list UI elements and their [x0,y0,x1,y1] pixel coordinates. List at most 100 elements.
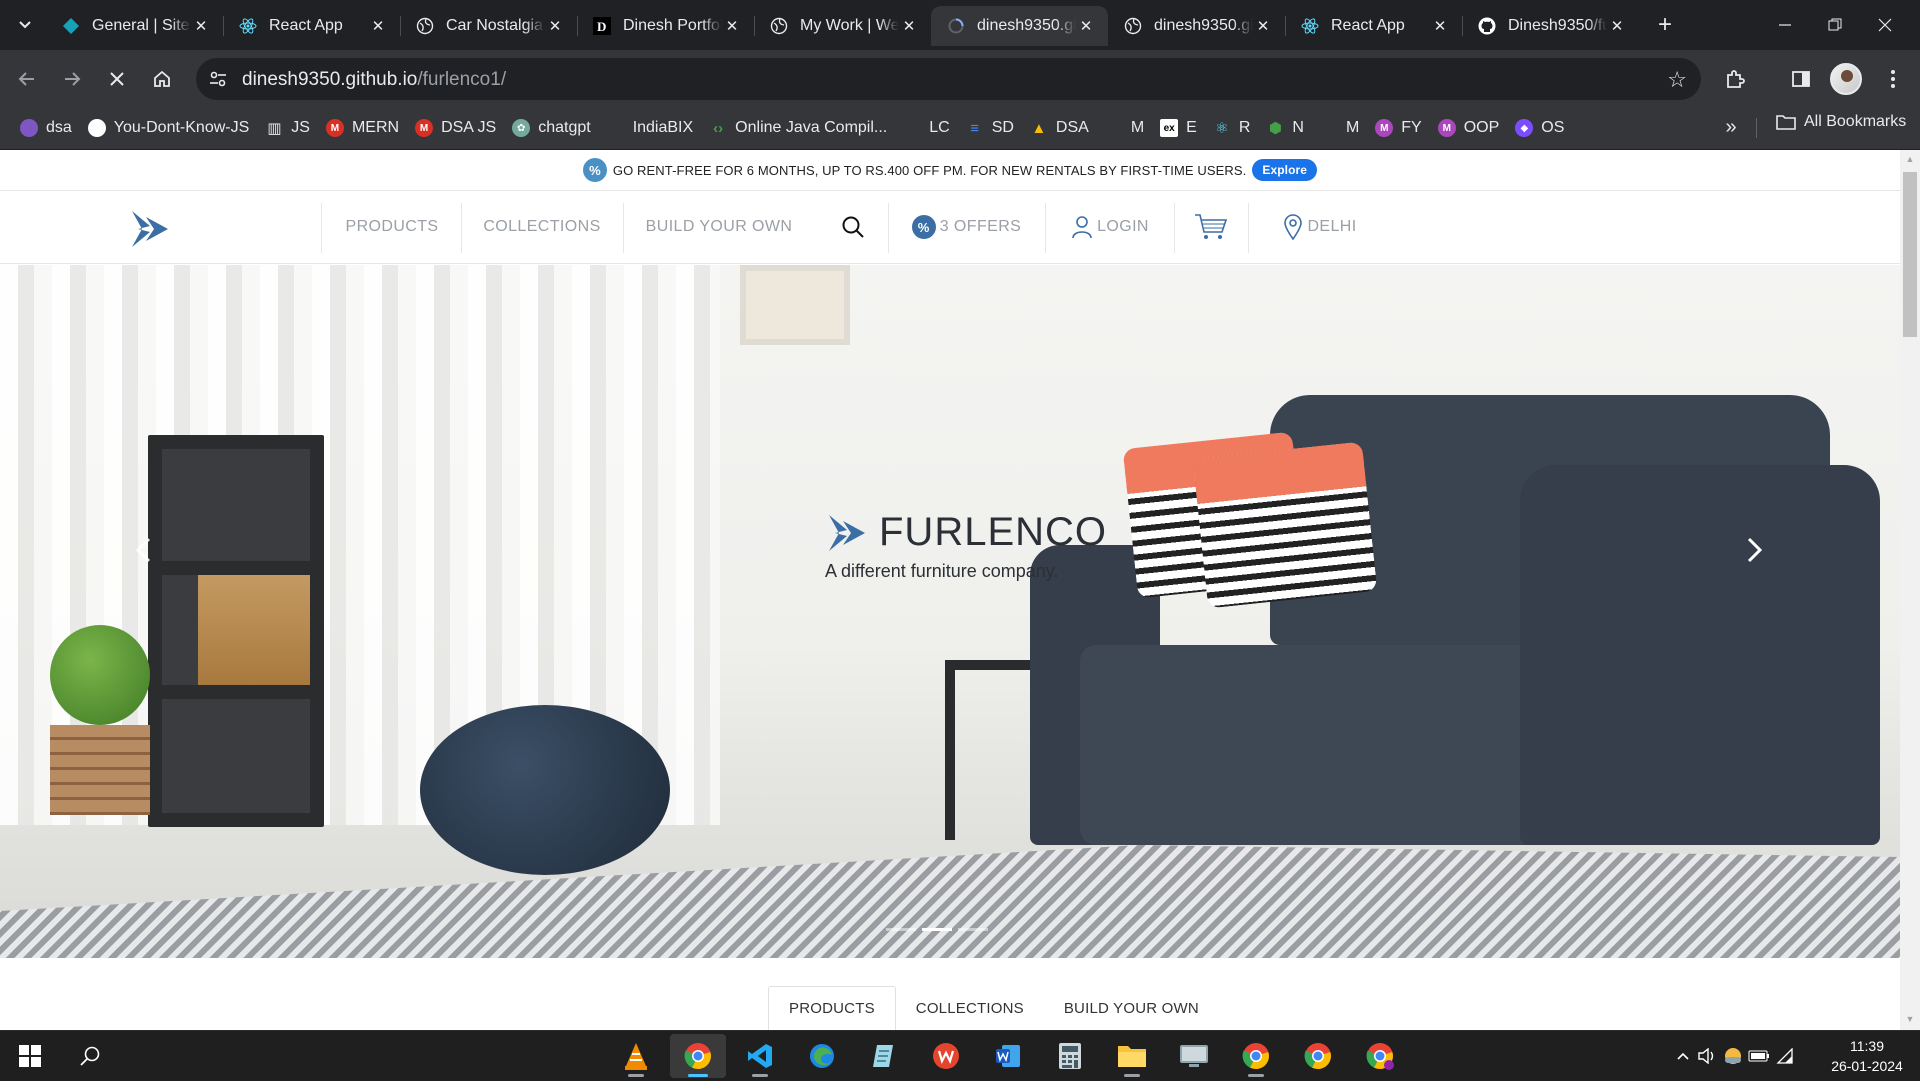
browser-tab[interactable]: D Dinesh Portfolio✕ [577,6,754,46]
bookmark-item[interactable]: M FY [1367,113,1429,143]
tab-close-icon[interactable]: ✕ [1430,16,1450,36]
taskbar-monitor-app[interactable] [1166,1034,1222,1078]
taskbar-vlc[interactable] [608,1034,664,1078]
profile-avatar[interactable] [1830,63,1862,95]
restore-button[interactable] [1810,0,1860,50]
carousel-indicator[interactable] [886,928,916,931]
bookmark-item[interactable]: ✿ chatgpt [504,113,598,143]
scroll-down-arrow-icon[interactable]: ▼ [1904,1014,1916,1026]
taskbar-clock[interactable]: 11:39 26-01-2024 [1822,1036,1912,1076]
home-button[interactable] [145,62,179,96]
wifi-icon[interactable] [1772,1048,1798,1064]
bookmark-item[interactable]: M DSA JS [407,113,504,143]
explore-button[interactable]: Explore [1252,159,1318,181]
extensions-button[interactable] [1718,62,1752,96]
cart-button[interactable] [1175,191,1247,263]
tab-search-button[interactable] [10,10,40,40]
tab-close-icon[interactable]: ✕ [545,16,565,36]
menu-button[interactable] [1876,62,1910,96]
tab-collections[interactable]: COLLECTIONS [896,986,1044,1030]
city-selector[interactable]: DELHI [1260,191,1380,263]
back-button[interactable] [10,62,44,96]
bookmark-item[interactable]: ex E [1152,113,1205,143]
carousel-prev-button[interactable] [128,530,158,570]
site-settings-icon[interactable] [208,69,228,89]
bookmark-item[interactable]: ⚛ R [1205,113,1259,143]
stop-loading-button[interactable] [100,62,134,96]
side-panel-button[interactable] [1784,62,1818,96]
weather-icon[interactable] [1720,1047,1746,1065]
carousel-indicator[interactable] [922,928,952,931]
bookmark-item[interactable]: M [1097,113,1152,143]
all-bookmarks-button[interactable]: All Bookmarks [1776,113,1906,131]
nav-products[interactable]: PRODUCTS [322,191,462,263]
browser-tab[interactable]: dinesh9350.github.io✕ [931,6,1108,46]
bookmark-item[interactable]: M OOP [1430,113,1508,143]
bookmark-item[interactable]: ‹› Online Java Compil... [701,113,895,143]
scrollbar-thumb[interactable] [1903,172,1917,337]
location-pin-icon [1284,214,1303,240]
carousel-next-button[interactable] [1740,530,1770,570]
url-text[interactable]: dinesh9350.github.io/furlenco1/ [242,69,506,91]
start-button[interactable] [2,1034,58,1078]
nav-login[interactable]: LOGIN [1046,191,1174,263]
tab-close-icon[interactable]: ✕ [368,16,388,36]
new-tab-button[interactable]: + [1650,10,1680,40]
taskbar-vscode[interactable] [732,1034,788,1078]
search-button[interactable] [818,191,888,263]
browser-tab[interactable]: Car Nostalgia ✕ [400,6,577,46]
browser-tab[interactable]: React App ✕ [223,6,400,46]
browser-tab[interactable]: Dinesh9350/furlenco1✕ [1462,6,1639,46]
browser-tab[interactable]: My Work | Web ✕ [754,6,931,46]
bookmark-item[interactable]: ≡ SD [958,113,1022,143]
address-bar[interactable]: dinesh9350.github.io/furlenco1/ ☆ [196,58,1701,100]
bookmark-item[interactable]: dsa [12,113,80,143]
nav-collections[interactable]: COLLECTIONS [462,191,622,263]
tab-products[interactable]: PRODUCTS [768,986,896,1030]
taskbar-wps[interactable] [918,1034,974,1078]
bookmark-item[interactable]: ▲ DSA [1022,113,1097,143]
bookmark-item[interactable]: IndiaBIX [599,113,701,143]
browser-tab[interactable]: dinesh9350.github.io✕ [1108,6,1285,46]
tab-close-icon[interactable]: ✕ [1607,16,1627,36]
taskbar-search-button[interactable] [62,1034,118,1078]
tab-build-your-own[interactable]: BUILD YOUR OWN [1044,986,1219,1030]
taskbar-notepad[interactable] [856,1034,912,1078]
minimize-button[interactable] [1760,0,1810,50]
scroll-up-arrow-icon[interactable]: ▲ [1904,154,1916,166]
carousel-indicator[interactable] [958,928,988,931]
taskbar-word[interactable] [980,1034,1036,1078]
page-scrollbar[interactable]: ▲ ▼ [1900,150,1920,1030]
bookmark-item[interactable]: ◆ OS [1507,113,1572,143]
furlenco-logo-icon[interactable] [128,207,172,251]
tab-close-icon[interactable]: ✕ [191,16,211,36]
close-window-button[interactable] [1860,0,1910,50]
taskbar-chrome[interactable] [670,1034,726,1078]
bookmark-item[interactable]: You-Dont-Know-JS [80,113,257,143]
nav-build-your-own[interactable]: BUILD YOUR OWN [624,191,814,263]
tab-close-icon[interactable]: ✕ [1076,16,1096,36]
tab-close-icon[interactable]: ✕ [899,16,919,36]
chevron-up-icon[interactable] [1672,1051,1694,1061]
bookmark-star-icon[interactable]: ☆ [1667,67,1687,93]
browser-tab[interactable]: General | Site ✕ [46,6,223,46]
taskbar-chrome-profile-3[interactable] [1290,1034,1346,1078]
tab-close-icon[interactable]: ✕ [722,16,742,36]
nav-offers[interactable]: % 3 OFFERS [889,191,1044,263]
taskbar-chrome-profile-2[interactable] [1228,1034,1284,1078]
battery-icon[interactable] [1746,1050,1772,1062]
forward-button[interactable] [55,62,89,96]
taskbar-chrome-profile-4[interactable] [1352,1034,1408,1078]
taskbar-calculator[interactable] [1042,1034,1098,1078]
bookmark-item[interactable]: M [1312,113,1367,143]
taskbar-edge[interactable] [794,1034,850,1078]
volume-icon[interactable] [1694,1048,1720,1064]
bookmark-item[interactable]: M MERN [318,113,407,143]
tab-close-icon[interactable]: ✕ [1253,16,1273,36]
bookmark-item[interactable]: LC [895,113,957,143]
more-bookmarks-button[interactable]: » [1716,112,1746,142]
bookmark-item[interactable]: ⬢ N [1258,113,1312,143]
browser-tab[interactable]: React App ✕ [1285,6,1462,46]
bookmark-item[interactable]: ▥ JS [257,113,318,143]
taskbar-file-explorer[interactable] [1104,1034,1160,1078]
